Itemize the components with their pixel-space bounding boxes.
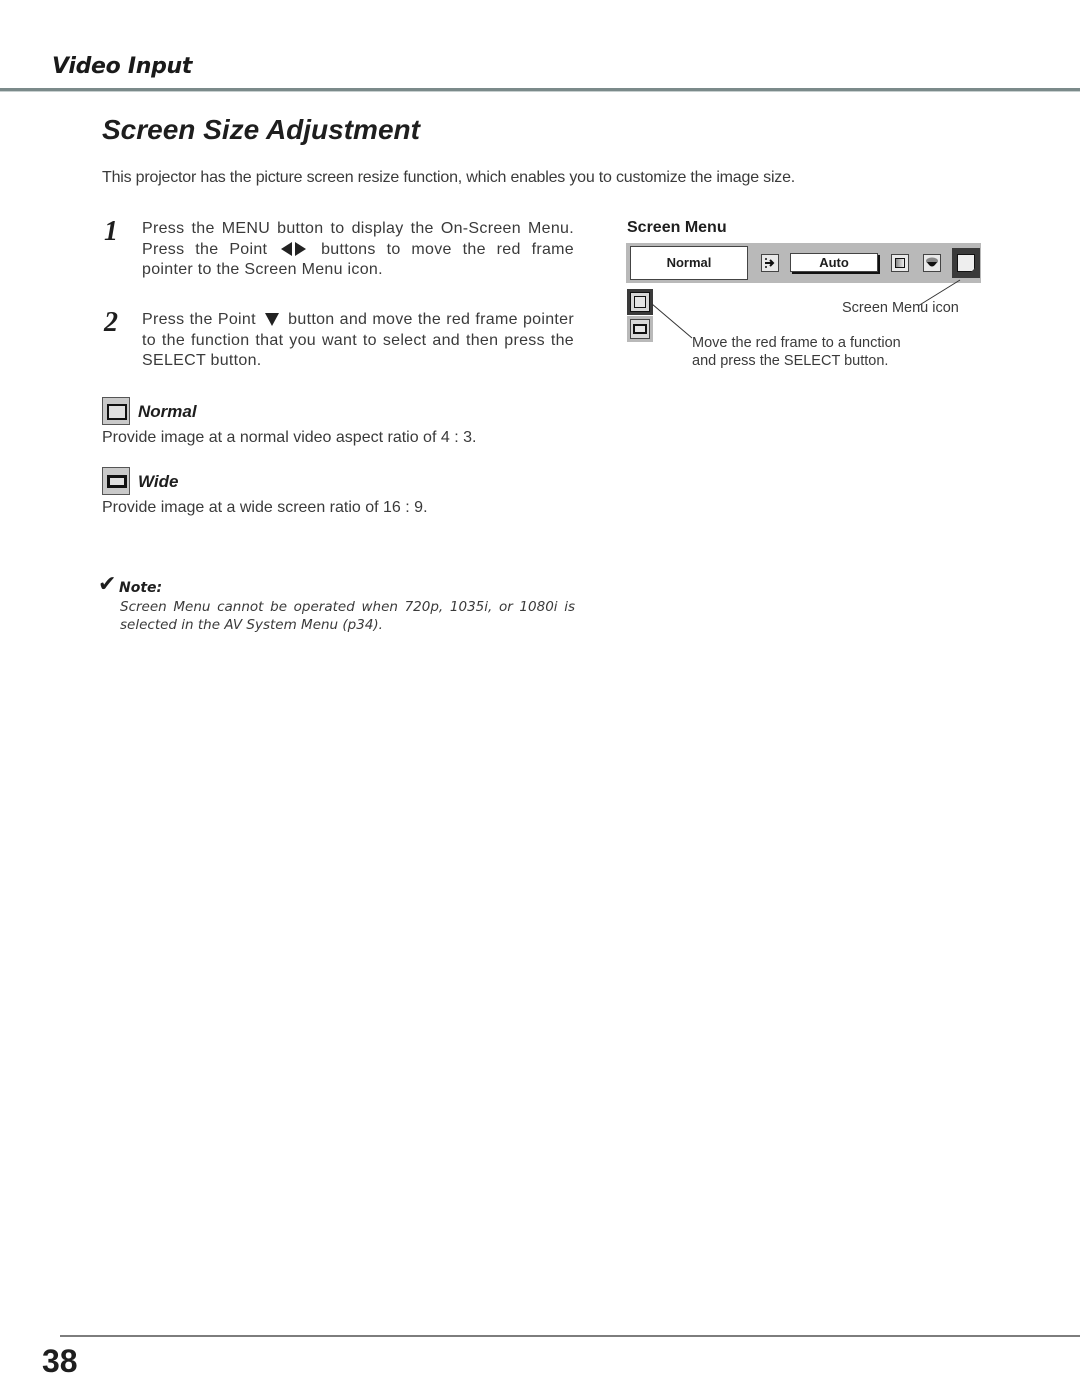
callout-screen-menu-icon: Screen Menu icon xyxy=(842,300,959,316)
step-number-1: 1 xyxy=(104,216,118,247)
point-left-icon xyxy=(281,242,293,257)
footer-divider xyxy=(60,1335,1080,1337)
callout-move-line-1: Move the red frame to a function xyxy=(692,335,901,351)
option-wide-description: Provide image at a wide screen ratio of … xyxy=(102,499,428,516)
point-right-icon xyxy=(295,242,307,257)
step-2-text: Press the Point button and move the red … xyxy=(142,310,574,372)
page-number: 38 xyxy=(42,1343,78,1379)
point-down-icon xyxy=(265,313,280,327)
callout-move-line-2: and press the SELECT button. xyxy=(692,353,889,369)
wide-screen-icon xyxy=(102,467,130,495)
header-divider xyxy=(0,88,1080,92)
step-2-text-a: Press the Point xyxy=(142,311,262,328)
normal-screen-icon xyxy=(102,397,130,425)
callout-line-move-frame xyxy=(651,303,693,339)
option-wide-label: Wide xyxy=(138,472,179,491)
page-title: Screen Size Adjustment xyxy=(102,114,420,145)
section-header: Video Input xyxy=(52,54,193,79)
checkmark-icon: ✔ xyxy=(98,571,117,596)
option-normal-label: Normal xyxy=(138,402,197,421)
option-normal-description: Provide image at a normal video aspect r… xyxy=(102,429,477,446)
step-1-text: Press the MENU button to display the On-… xyxy=(142,219,574,281)
note-label: Note: xyxy=(119,580,163,596)
note-text: Screen Menu cannot be operated when 720p… xyxy=(120,599,575,633)
step-number-2: 2 xyxy=(104,307,118,338)
screen-menu-title: Screen Menu xyxy=(627,219,727,236)
intro-paragraph: This projector has the picture screen re… xyxy=(102,169,796,186)
